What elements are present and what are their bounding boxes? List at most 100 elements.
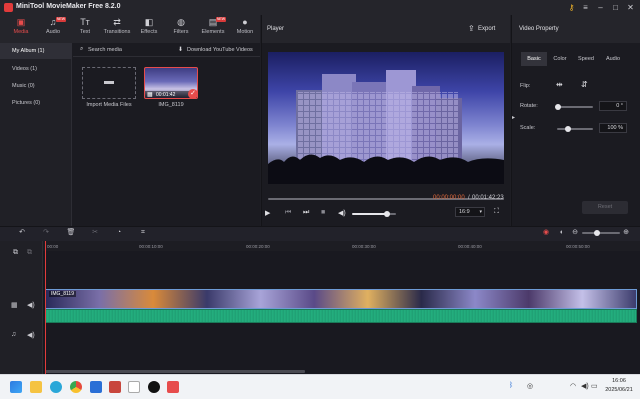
chrome-icon[interactable] xyxy=(70,381,82,393)
download-youtube-link[interactable]: Download YouTube Videos xyxy=(187,47,253,53)
windows-start-icon[interactable] xyxy=(10,381,22,393)
library-item-pictures[interactable]: Pictures (0) xyxy=(0,95,72,111)
app-icon[interactable] xyxy=(90,381,102,393)
tool-motion[interactable]: ● Motion xyxy=(230,17,260,41)
player-title: Player xyxy=(267,26,285,32)
tool-effects-label: Effects xyxy=(140,29,158,35)
rotate-value-field[interactable]: 0 ° xyxy=(599,101,627,111)
flip-horizontal-icon[interactable]: ⇹ xyxy=(556,80,563,89)
key-icon[interactable]: ⚷ xyxy=(566,2,577,13)
speaker-icon[interactable]: ◀) xyxy=(581,382,589,390)
edge-icon[interactable] xyxy=(50,381,62,393)
snap-icon[interactable]: ◉ xyxy=(541,228,551,238)
next-frame-icon[interactable]: ⏭ xyxy=(303,209,309,217)
fullscreen-icon[interactable]: ⛶ xyxy=(494,208,499,216)
folder-icon: ▣ xyxy=(16,17,26,27)
volume-icon[interactable]: ◀) xyxy=(338,209,346,217)
previous-frame-icon[interactable]: ⏮ xyxy=(285,209,291,217)
search-input[interactable]: Search media xyxy=(88,47,122,53)
scale-knob[interactable] xyxy=(565,126,571,132)
rotate-knob[interactable] xyxy=(555,104,561,110)
timeline-clip-label: IMG_8119 xyxy=(49,291,76,297)
add-track-icon[interactable]: ⧉ xyxy=(13,249,18,257)
crop-icon[interactable]: ⌗ xyxy=(138,228,148,238)
app-icon[interactable] xyxy=(148,381,160,393)
timeline-audio-waveform[interactable] xyxy=(45,309,637,323)
clock-time: 16:06 xyxy=(612,378,626,384)
fit-icon[interactable]: ◐ xyxy=(557,228,567,238)
maximize-button[interactable]: □ xyxy=(610,2,621,13)
speed-icon[interactable]: ◔ xyxy=(114,228,124,238)
scale-value-field[interactable]: 100 % xyxy=(599,123,627,133)
tool-text-label: Text xyxy=(79,29,91,35)
zoom-out-icon[interactable]: ⊖ xyxy=(570,228,580,238)
time-separator: / xyxy=(468,195,470,201)
ruler-tick: 00:00:10:00 xyxy=(139,244,163,249)
library-topbar: ⌕ Search media ⬇ Download YouTube Videos xyxy=(73,43,260,57)
battery-icon[interactable]: ▭ xyxy=(591,382,598,390)
playhead[interactable] xyxy=(45,241,46,374)
current-time: 00:00:00:00 xyxy=(433,195,465,201)
aspect-ratio-select[interactable]: 16:9 ▾ xyxy=(455,207,485,217)
import-media-button[interactable]: ▬ xyxy=(82,67,136,99)
rotate-label: Rotate: xyxy=(520,103,538,109)
minimize-button[interactable]: – xyxy=(595,2,606,13)
reset-button[interactable]: Reset xyxy=(582,201,628,214)
scale-slider[interactable] xyxy=(557,128,593,130)
library-item-my-album[interactable]: My Album (1) xyxy=(0,43,72,59)
media-toolbar: ▣ Media NEW ♫ Audio Tт Text ⇄ Transition… xyxy=(0,15,260,43)
chevron-down-icon: ▾ xyxy=(479,209,482,215)
timeline-scrollbar[interactable] xyxy=(45,370,305,373)
export-icon: ⇪ xyxy=(468,24,475,33)
media-thumbnail[interactable]: ▦ 00:01:42 ✓ xyxy=(144,67,198,99)
photos-icon[interactable] xyxy=(128,381,140,393)
tool-audio[interactable]: NEW ♫ Audio xyxy=(38,17,68,41)
tab-audio[interactable]: Audio xyxy=(599,52,627,66)
library-item-videos[interactable]: Videos (1) xyxy=(0,61,72,77)
redo-icon[interactable]: ↷ xyxy=(41,228,51,238)
tab-speed[interactable]: Speed xyxy=(573,52,599,66)
zoom-knob[interactable] xyxy=(594,230,600,236)
play-icon[interactable]: ▶ xyxy=(265,209,270,217)
file-explorer-icon[interactable] xyxy=(30,381,42,393)
effects-icon: ◧ xyxy=(144,17,154,27)
tool-effects[interactable]: ◧ Effects xyxy=(134,17,164,41)
app-icon[interactable] xyxy=(109,381,121,393)
rotate-slider[interactable] xyxy=(557,106,593,108)
tool-transitions[interactable]: ⇄ Transitions xyxy=(102,17,132,41)
bluetooth-icon[interactable]: ᛒ xyxy=(509,382,513,389)
collapse-arrow-icon[interactable]: ▸ xyxy=(512,114,515,121)
tool-elements[interactable]: NEW ▤ Elements xyxy=(198,17,228,41)
mute-icon[interactable]: ◀) xyxy=(27,301,35,309)
flip-vertical-icon[interactable]: ⇵ xyxy=(581,80,588,89)
tool-transitions-label: Transitions xyxy=(103,29,131,35)
menu-icon[interactable]: ≡ xyxy=(580,2,591,13)
close-button[interactable]: ✕ xyxy=(625,2,636,13)
tab-basic[interactable]: Basic xyxy=(521,52,547,66)
property-header: Video Property xyxy=(511,15,640,43)
search-icon: ⌕ xyxy=(80,46,84,52)
zoom-slider[interactable] xyxy=(582,232,620,234)
motion-icon: ● xyxy=(242,17,248,27)
zoom-in-icon[interactable]: ⊕ xyxy=(621,228,631,238)
tool-media-label: Media xyxy=(13,29,29,35)
tray-icon[interactable]: ◎ xyxy=(527,382,533,390)
split-icon[interactable]: ✂ xyxy=(90,228,100,238)
music-mute-icon[interactable]: ◀) xyxy=(27,331,35,339)
title-bar: MiniTool MovieMaker Free 8.2.0 ⚷ ≡ – □ ✕ xyxy=(0,0,640,15)
wifi-icon[interactable]: ◠ xyxy=(570,382,576,390)
moviemaker-taskbar-icon[interactable] xyxy=(167,381,179,393)
undo-icon[interactable]: ↶ xyxy=(17,228,27,238)
property-title: Video Property xyxy=(519,26,559,32)
tool-filters[interactable]: ◍ Filters xyxy=(166,17,196,41)
track-headers: ⧉ ⧉ ▦ ◀) ♫ ◀) xyxy=(0,241,43,374)
tab-color[interactable]: Color xyxy=(547,52,573,66)
library-item-music[interactable]: Music (0) xyxy=(0,78,72,94)
timeline-video-clip[interactable]: IMG_8119 xyxy=(45,289,637,309)
delete-icon[interactable]: 🗑 xyxy=(66,228,76,238)
tool-text[interactable]: Tт Text xyxy=(70,17,100,41)
stop-icon[interactable]: ■ xyxy=(321,209,325,216)
export-button[interactable]: Export xyxy=(478,26,495,32)
tool-media[interactable]: ▣ Media xyxy=(6,17,36,41)
copy-track-icon[interactable]: ⧉ xyxy=(27,249,32,257)
